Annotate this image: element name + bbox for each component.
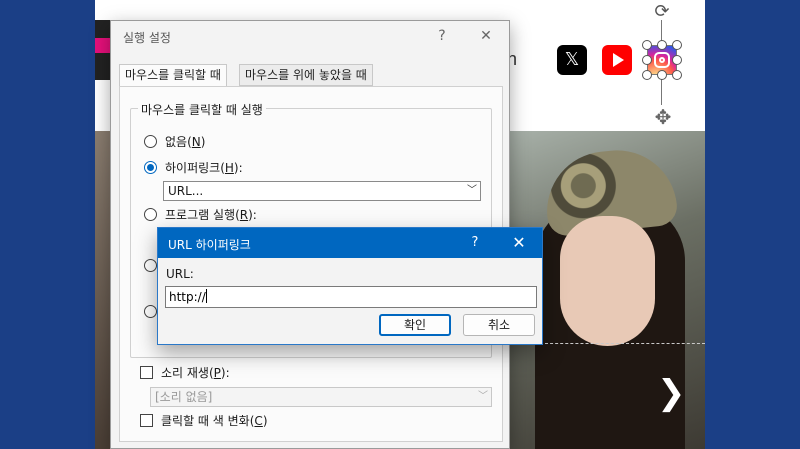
resize-handle[interactable] xyxy=(642,55,652,65)
group-title: 마우스를 클릭할 때 실행 xyxy=(138,101,266,118)
chevron-down-icon: ﹀ xyxy=(478,391,488,402)
radio-object-action-control[interactable] xyxy=(144,305,157,318)
highlight-checkbox[interactable] xyxy=(140,414,153,427)
chevron-down-icon: ﹀ xyxy=(467,185,477,196)
youtube-icon[interactable] xyxy=(602,45,632,75)
url-input-value: http:// xyxy=(169,290,206,304)
resize-handle[interactable] xyxy=(672,40,682,50)
radio-program-label: 프로그램 실행(R): xyxy=(165,208,257,222)
hyperlink-select[interactable]: URL... ﹀ xyxy=(163,181,481,201)
tab-bar: 마우스를 클릭할 때 마우스를 위에 놓았을 때 xyxy=(119,64,503,87)
rotate-icon[interactable]: ⟳ xyxy=(652,2,672,22)
radio-program-control[interactable] xyxy=(144,208,157,221)
text-cursor xyxy=(205,289,207,303)
highlight-checkbox-row[interactable]: 클릭할 때 색 변화(C) xyxy=(140,412,268,429)
resize-handle[interactable] xyxy=(657,70,667,80)
resize-handle[interactable] xyxy=(642,40,652,50)
resize-handle[interactable] xyxy=(672,55,682,65)
url-input[interactable]: http:// xyxy=(165,286,537,308)
radio-hyperlink-control[interactable] xyxy=(144,161,157,174)
highlight-checkbox-label: 클릭할 때 색 변화(C) xyxy=(161,414,268,428)
sound-checkbox-label: 소리 재생(P): xyxy=(161,366,230,380)
resize-handle[interactable] xyxy=(657,40,667,50)
photo-face xyxy=(560,216,655,346)
dialog-titlebar[interactable]: 실행 설정 ? ✕ xyxy=(111,21,509,51)
x-logo-icon[interactable]: 𝕏 xyxy=(557,45,587,75)
hyperlink-select-value: URL... xyxy=(168,184,204,198)
url-field-label: URL: xyxy=(166,267,194,281)
tab-mouse-over[interactable]: 마우스를 위에 놓았을 때 xyxy=(239,64,373,86)
next-arrow-icon[interactable]: ❯ xyxy=(657,373,686,413)
url-dialog-title: URL 하이퍼링크 xyxy=(168,238,251,252)
tab-mouse-click[interactable]: 마우스를 클릭할 때 xyxy=(119,64,227,87)
sound-checkbox-row[interactable]: 소리 재생(P): xyxy=(140,364,230,381)
cancel-button[interactable]: 취소 xyxy=(463,314,535,336)
ok-button[interactable]: 확인 xyxy=(379,314,451,336)
radio-program[interactable]: 프로그램 실행(R): xyxy=(144,206,257,223)
move-icon[interactable]: ✥ xyxy=(650,104,676,130)
resize-handle[interactable] xyxy=(672,70,682,80)
url-dialog-titlebar[interactable]: URL 하이퍼링크 ? ✕ xyxy=(158,228,542,258)
url-close-button[interactable]: ✕ xyxy=(504,232,534,254)
guide-line xyxy=(545,343,705,344)
radio-macro-control[interactable] xyxy=(144,259,157,272)
url-help-button[interactable]: ? xyxy=(464,232,486,254)
close-button[interactable]: ✕ xyxy=(471,25,501,47)
radio-none-label: 없음(N) xyxy=(165,135,206,149)
sound-checkbox[interactable] xyxy=(140,366,153,379)
radio-hyperlink-label: 하이퍼링크(H): xyxy=(165,161,243,175)
dialog-title: 실행 설정 xyxy=(123,31,171,45)
sound-select-value: [소리 없음] xyxy=(155,390,213,404)
sound-select[interactable]: [소리 없음] ﹀ xyxy=(150,387,492,407)
url-hyperlink-dialog: URL 하이퍼링크 ? ✕ URL: http:// 확인 취소 xyxy=(157,227,543,345)
radio-none[interactable]: 없음(N) xyxy=(144,133,205,150)
resize-handle[interactable] xyxy=(642,70,652,80)
help-button[interactable]: ? xyxy=(427,25,457,47)
radio-hyperlink[interactable]: 하이퍼링크(H): xyxy=(144,159,243,176)
radio-none-control[interactable] xyxy=(144,135,157,148)
